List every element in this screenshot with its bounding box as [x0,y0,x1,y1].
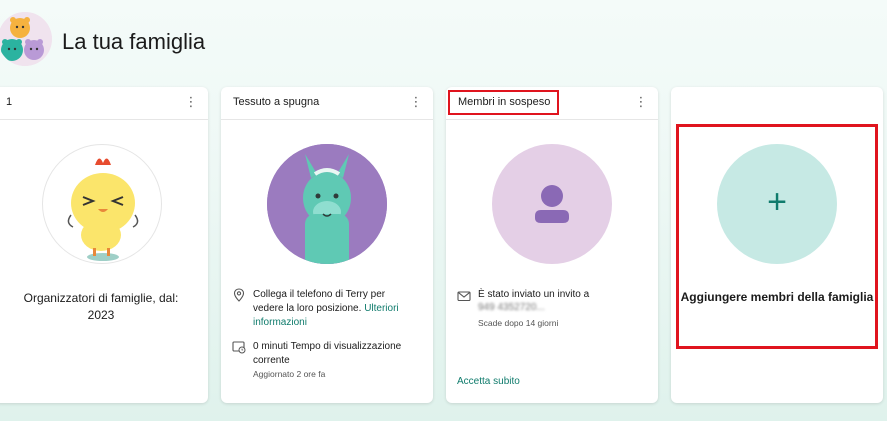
screen-time-icon [232,340,246,354]
more-options-icon[interactable]: ⋮ [409,93,423,111]
screen-time-updated: Aggiornato 2 ore fa [253,369,326,379]
pending-members-card[interactable]: Membri in sospeso ⋮ È stato inviato un i… [446,87,658,403]
invite-text: È stato inviato un invito a [478,289,590,300]
mail-icon [457,289,471,303]
card-header: 1 ⋮ [0,87,208,120]
invite-email: 949 4352720... [478,302,545,313]
card-title: 1 [6,96,13,108]
invite-expiry: Scade dopo 14 giorni [478,318,559,328]
organizer-since-year: 2023 [87,308,115,322]
llama-avatar-icon [267,144,387,264]
accept-now-link[interactable]: Accetta subito [457,375,520,389]
card-title: Tessuto a spugna [233,96,320,108]
highlight-pending-title [448,90,559,115]
member-card-tessuto[interactable]: Tessuto a spugna ⋮ Collega il telefono d… [221,87,433,403]
person-icon [535,185,569,223]
family-logo-icon [0,12,52,66]
more-options-icon[interactable]: ⋮ [634,93,648,111]
location-pin-icon [232,288,246,302]
card-header: Tessuto a spugna ⋮ [221,87,433,120]
location-info-text: Collega il telefono di Terry per vedere … [253,288,403,330]
screen-time-text: 0 minuti Tempo di visualizzazione corren… [253,341,402,366]
pending-avatar [492,144,612,264]
organizer-since-line1: Organizzatori di famiglie, dal: [23,291,179,305]
member-card-organizer[interactable]: 1 ⋮ Organizzatori di famiglie, dal: 2023 [0,87,208,403]
chick-avatar-icon [67,158,139,261]
more-options-icon[interactable]: ⋮ [184,93,198,111]
member-avatar [267,144,387,264]
highlight-add-member-card [676,124,878,349]
member-avatar [42,144,162,264]
page-title: La tua famiglia [62,29,206,54]
